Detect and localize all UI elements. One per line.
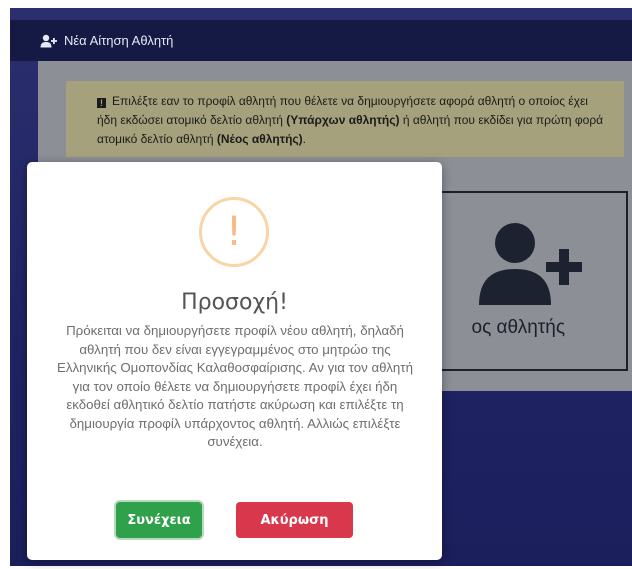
warning-icon: !: [199, 197, 269, 267]
new-athlete-card[interactable]: ος αθλητής: [423, 191, 628, 371]
info-text-3: .: [302, 132, 306, 146]
card-label: ος αθλητής: [471, 317, 566, 338]
exclamation-icon: !: [97, 98, 106, 108]
panel-title: Νέα Αίτηση Αθλητή: [64, 33, 174, 48]
info-alert: ! Επιλέξτε εαν το προφίλ αθλητή που θέλετ…: [66, 81, 624, 157]
dialog-message: Πρόκειται να δημιουργήσετε προφίλ νέου α…: [57, 323, 413, 449]
user-plus-icon: [477, 219, 587, 305]
dialog-title: Προσοχή!: [181, 290, 288, 315]
existing-athlete-label: (Υπάρχων αθλητής): [286, 113, 400, 127]
user-plus-icon: [40, 34, 58, 48]
cancel-button[interactable]: Ακύρωση: [236, 502, 353, 538]
panel-header: Νέα Αίτηση Αθλητή: [10, 20, 632, 61]
warning-dialog: ! Προσοχή! Πρόκειται να δημιουργήσετε πρ…: [27, 162, 442, 560]
continue-button[interactable]: Συνέχεια: [116, 502, 202, 538]
new-athlete-label: (Νέος αθλητής): [216, 132, 303, 146]
